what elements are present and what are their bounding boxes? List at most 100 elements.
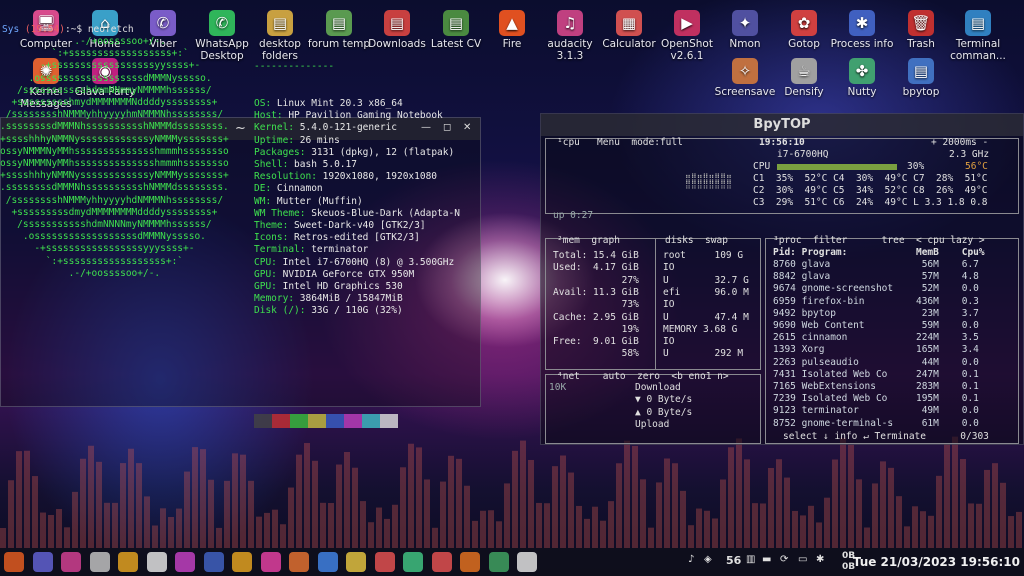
screenshot-icon[interactable] (203, 552, 224, 572)
speaker-icon[interactable]: ♪ (688, 554, 694, 565)
desktop-icon-openshot-v2-6-1[interactable]: ▶ OpenShot v2.6.1 (655, 10, 719, 62)
proc-footer[interactable]: select ↓ info ↵ Terminate 0/303 (783, 431, 989, 442)
process-row[interactable]: 7165 WebExtensions 283M 0.1 (773, 381, 979, 392)
bluetooth-icon[interactable]: ✱ (816, 554, 824, 565)
proc-header[interactable]: ³proc filter tree < cpu lazy > (773, 235, 985, 246)
info-value: bash 5.0.17 (288, 159, 357, 171)
firefox-icon[interactable] (460, 552, 480, 572)
desktop-icon-label: Nmon (729, 38, 761, 50)
video-icon[interactable] (289, 552, 309, 572)
process-row[interactable]: 7239 Isolated Web Co 195M 0.1 (773, 393, 979, 404)
visualizer-bar (936, 475, 942, 548)
radio-icon[interactable] (403, 552, 423, 572)
process-row[interactable]: 2615 cinnamon 224M 3.5 (773, 332, 979, 343)
update-icon[interactable]: ⟳ (780, 554, 788, 565)
cpu-tabs[interactable]: ¹cpu Menu mode:full (557, 137, 683, 148)
visualizer-bar (456, 458, 462, 548)
info-line: WM Theme: Skeuos-Blue-Dark (Adapta-N (254, 208, 460, 220)
taskbar-clock[interactable]: Tue 21/03/2023 19:56:10 (853, 555, 1020, 569)
network-icon[interactable]: ▥ (746, 554, 755, 565)
color-swatch (326, 414, 344, 428)
visualizer-bar (312, 460, 318, 548)
inkscape-icon[interactable] (317, 552, 338, 572)
process-row[interactable]: 9674 gnome-screenshot 52M 0.0 (773, 283, 979, 294)
flag-icon[interactable]: ▬ (762, 554, 771, 565)
desktop-icon-bpytop[interactable]: ▤ bpytop (889, 58, 953, 98)
terminal-icon[interactable] (374, 552, 395, 572)
desktop-icon-densify[interactable]: ☕ Densify (772, 58, 836, 98)
search-icon[interactable] (118, 552, 138, 572)
process-row[interactable]: 9123 terminator 49M 0.0 (773, 405, 979, 416)
cpu-icon[interactable] (175, 552, 195, 572)
process-row[interactable]: 9690 Web Content 59M 0.0 (773, 320, 979, 331)
folder-icon[interactable] (61, 552, 81, 572)
visualizer-bar (464, 485, 470, 548)
mem-line: Avail: 11.3 GiB (553, 286, 639, 298)
info-line: Kernel: 5.4.0-121-generic (254, 122, 460, 134)
process-row[interactable]: 7431 Isolated Web Co 247M 0.1 (773, 369, 979, 380)
visualizer-bar (640, 479, 646, 548)
terminal-icon[interactable] (431, 552, 452, 572)
visualizer-bar (192, 447, 198, 548)
archive-icon[interactable] (89, 552, 110, 572)
process-row[interactable]: 8842 glava 57M 4.8 (773, 271, 979, 282)
bpytop-icon: ▤ (908, 58, 934, 84)
visualizer-bar (864, 527, 870, 548)
temperature-readout[interactable]: 56 (726, 554, 741, 567)
visualizer-bar (712, 518, 718, 548)
desktop-icon-trash[interactable]: 🗑 Trash (889, 10, 953, 50)
shield-icon[interactable]: ◈ (704, 554, 712, 565)
visualizer-bar (576, 505, 582, 548)
update-interval[interactable]: + 2000ms - (931, 137, 988, 148)
visualizer-bar (184, 471, 190, 548)
clock-icon[interactable] (517, 552, 537, 572)
mem-line: 27% (553, 274, 639, 286)
visualizer-bar (424, 479, 430, 548)
bpytop-window[interactable]: BpyTOP ¹cpu Menu mode:full 19:56:10 + 20… (540, 113, 1024, 445)
net-header[interactable]: ⁴net auto zero <b eno1 n> (557, 371, 729, 382)
desktop-icon-label: OpenShot v2.6.1 (661, 38, 713, 62)
visualizer-bar (32, 476, 38, 548)
music-icon[interactable] (260, 552, 281, 572)
desktop-icon-fire[interactable]: ▲ Fire (480, 10, 544, 50)
files-icon[interactable] (32, 552, 53, 572)
desktop-icon-nmon[interactable]: ✦ Nmon (713, 10, 777, 50)
disk-line: U 32.7 G (663, 274, 749, 286)
process-row[interactable]: 9492 bpytop 23M 3.7 (773, 308, 979, 319)
monitor-icon[interactable]: ▭ (798, 554, 807, 565)
desktop-icon-calculator[interactable]: ▦ Calculator (597, 10, 661, 50)
process-row[interactable]: 1393 Xorg 165M 3.4 (773, 344, 979, 355)
visualizer-bar (832, 459, 838, 548)
desktop-icon-process-info[interactable]: ✱ Process info (830, 10, 894, 50)
visualizer-bar (704, 510, 710, 548)
process-row[interactable]: 8760 glava 56M 6.7 (773, 259, 979, 270)
process-row[interactable]: 6959 firefox-bin 436M 0.3 (773, 296, 979, 307)
menu-icon[interactable] (4, 552, 24, 572)
desktop-icon-nutty[interactable]: ✤ Nutty (830, 58, 894, 98)
process-row[interactable]: 8752 gnome-terminal-s 61M 0.0 (773, 418, 979, 429)
close-icon[interactable]: ✕ (463, 122, 471, 133)
visualizer-bar (0, 528, 6, 548)
desktop-icon-label: audacity 3.1.3 (547, 38, 593, 62)
disk-line: root 109 G (663, 250, 744, 261)
mem-line: Used: 4.17 GiB (553, 262, 639, 274)
desktop-icon-screensave[interactable]: ✧ Screensave (713, 58, 777, 98)
mem-header[interactable]: ²mem graph (557, 235, 620, 246)
disks-header[interactable]: disks swap (665, 235, 728, 246)
visualizer-bar (240, 454, 246, 548)
bpytop-clock: 19:56:10 (759, 137, 805, 148)
cpu-graph: ⣀⣤⣀⣤⣀⣤⣤⣀ ⣿⣿⣿⣿⣿⣿⣿⣿ ⣿⣿⣿⣿⣿⣿⣿⣿ (685, 168, 732, 189)
mail-icon[interactable] (488, 552, 509, 572)
desktop-icon-terminal-comman-[interactable]: ▤ Terminal comman... (946, 10, 1010, 62)
visualizer-bar (368, 522, 374, 548)
palette-icon[interactable] (346, 552, 366, 572)
bolt-icon[interactable] (232, 552, 252, 572)
desktop-icon-audacity-3-1-3[interactable]: ♫ audacity 3.1.3 (538, 10, 602, 62)
audacity-icon: ♫ (557, 10, 583, 36)
process-row[interactable]: 2263 pulseaudio 44M 0.0 (773, 357, 979, 368)
info-key: Shell: (254, 159, 289, 171)
keyboard-icon[interactable] (146, 552, 167, 572)
disk-line: IO (663, 299, 675, 311)
desktop-icon-gotop[interactable]: ✿ Gotop (772, 10, 836, 50)
visualizer-bar (400, 467, 406, 548)
